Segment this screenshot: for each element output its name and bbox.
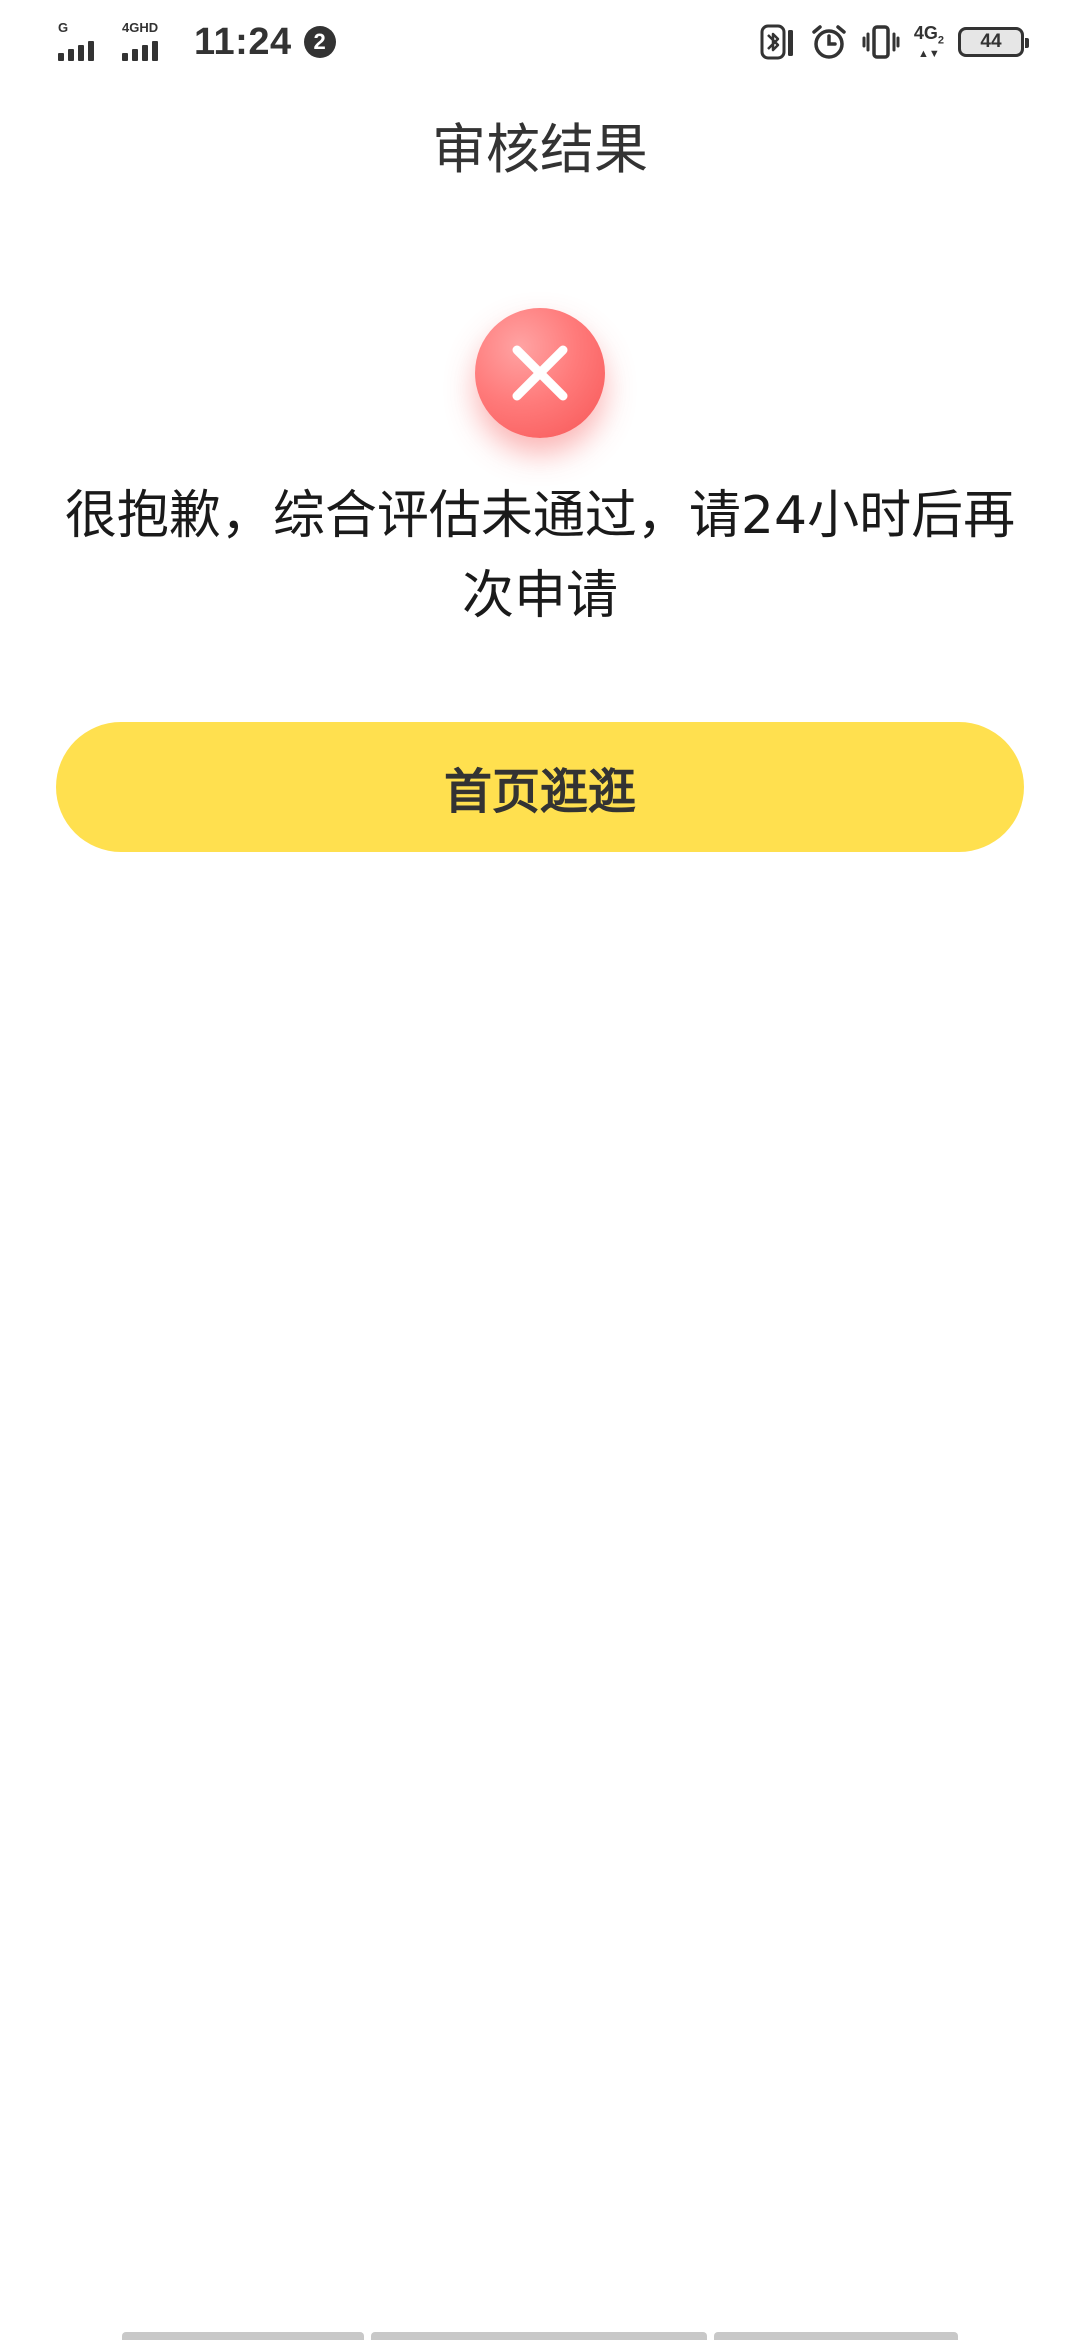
alarm-icon	[810, 23, 848, 61]
notification-count-badge: 2	[303, 26, 336, 58]
signal-strength-icon-sim1: G	[58, 21, 108, 63]
signal-strength-icon-sim2: 4GHD	[122, 21, 172, 63]
close-icon	[475, 308, 605, 438]
network-type-label: 4GHD	[122, 20, 159, 35]
status-bar: G 4GHD 11:24 2 4G2 ▲▼ 44	[0, 0, 1080, 84]
vibrate-icon	[862, 24, 900, 60]
navigation-gesture-bar[interactable]	[0, 2330, 1080, 2340]
result-message: 很抱歉，综合评估未通过，请24小时后再次申请	[64, 486, 1016, 626]
status-bar-left: G 4GHD 11:24 2	[58, 14, 336, 70]
bluetooth-icon	[760, 24, 796, 60]
status-time: 11:24	[194, 20, 292, 63]
review-result-page: G 4GHD 11:24 2 4G2 ▲▼ 44 审核结果 很抱歉，综合评估未通…	[0, 0, 1080, 2340]
home-browse-button[interactable]: 首页逛逛	[56, 722, 1024, 852]
page-title: 审核结果	[432, 118, 648, 181]
mobile-data-sim-label: 2	[937, 34, 944, 47]
network-type-label: G	[58, 20, 69, 35]
mobile-data-icon: 4G2 ▲▼	[913, 22, 944, 61]
status-bar-right: 4G2 ▲▼ 44	[760, 16, 1029, 68]
battery-level: 44	[980, 31, 1002, 52]
mobile-data-label: 4G	[913, 22, 938, 43]
battery-icon: 44	[958, 27, 1029, 57]
